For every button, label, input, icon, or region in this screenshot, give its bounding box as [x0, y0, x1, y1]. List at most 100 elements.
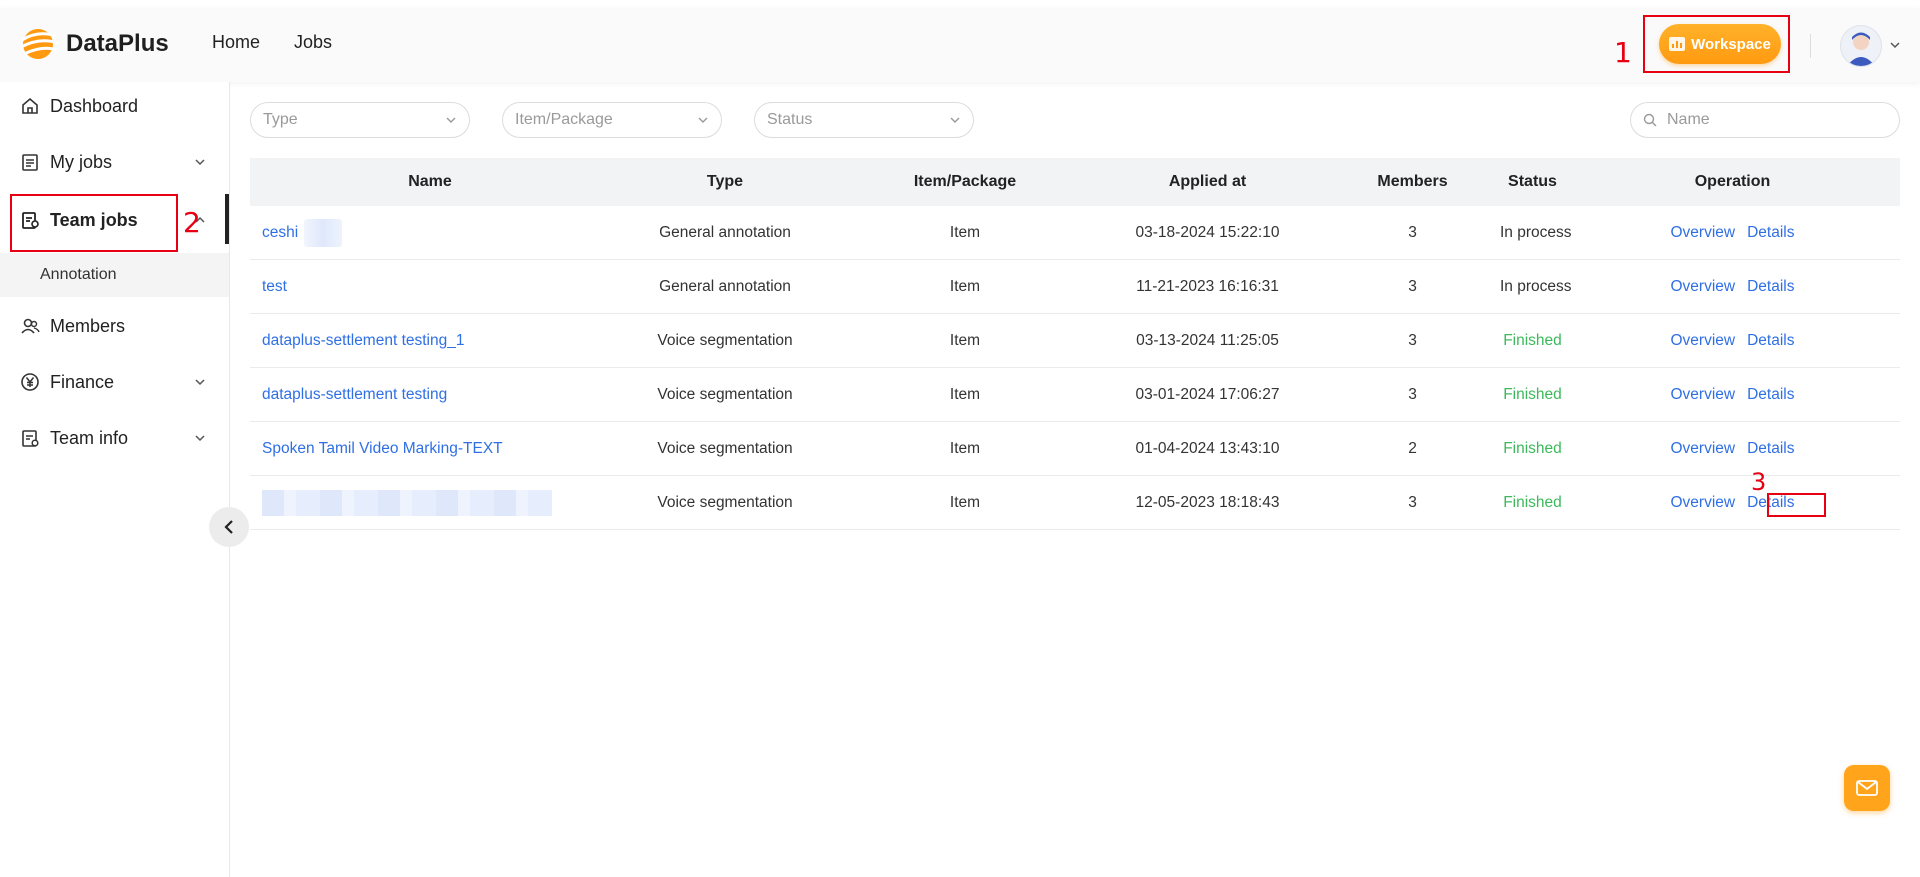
- operation-cell: Overview Details: [1565, 440, 1900, 458]
- annotation-box-details: [1767, 493, 1826, 517]
- status-select[interactable]: Status: [754, 102, 974, 138]
- sidebar-item-members[interactable]: Members: [0, 302, 229, 350]
- applied-at-cell: 03-01-2024 17:06:27: [1135, 385, 1280, 403]
- sidebar-item-team-info[interactable]: Team info: [0, 414, 229, 462]
- details-link[interactable]: Details: [1747, 224, 1794, 242]
- operation-cell: Overview Details: [1565, 332, 1900, 350]
- status-cell: Finished: [1503, 493, 1562, 511]
- active-indicator: [225, 194, 229, 244]
- nav-home[interactable]: Home: [212, 32, 260, 53]
- type-select-placeholder: Type: [263, 111, 298, 128]
- chevron-down-icon: [698, 117, 708, 123]
- sidebar-subitem-label: Annotation: [40, 266, 117, 283]
- status-cell: Finished: [1503, 439, 1562, 457]
- table-row: Voice segmentation Item 12-05-2023 18:18…: [250, 476, 1900, 530]
- overview-link[interactable]: Overview: [1671, 224, 1736, 242]
- job-name-cell: dataplus-settlement testing_1: [250, 332, 610, 350]
- table-row: ceshi General annotation Item 03-18-2024…: [250, 206, 1900, 260]
- job-name-cell: Spoken Tamil Video Marking-TEXT: [250, 440, 610, 458]
- sidebar-item-finance[interactable]: Finance: [0, 358, 229, 406]
- chevron-left-icon: [224, 520, 233, 534]
- type-select[interactable]: Type: [250, 102, 470, 138]
- status-cell: Finished: [1503, 385, 1562, 403]
- sidebar-item-my-jobs[interactable]: My jobs: [0, 138, 229, 186]
- annotation-number-2: 2: [183, 206, 201, 239]
- job-name-link[interactable]: ceshi: [262, 224, 298, 241]
- sidebar-item-label: Team info: [50, 427, 129, 448]
- dataplus-logo-icon: [20, 29, 59, 59]
- details-link[interactable]: Details: [1747, 278, 1794, 296]
- annotation-number-1: 1: [1614, 36, 1632, 69]
- clipboard-icon: [20, 152, 40, 172]
- chevron-down-icon: [195, 379, 205, 386]
- column-header-name: Name: [408, 173, 452, 190]
- job-name-link[interactable]: test: [262, 278, 287, 295]
- status-cell: Finished: [1503, 331, 1562, 349]
- overview-link[interactable]: Overview: [1671, 494, 1736, 512]
- type-cell: General annotation: [659, 223, 791, 241]
- job-name-link[interactable]: Spoken Tamil Video Marking-TEXT: [262, 440, 503, 457]
- column-header-status: Status: [1508, 173, 1557, 190]
- collapse-sidebar-button[interactable]: [209, 507, 249, 547]
- details-link[interactable]: Details: [1747, 332, 1794, 350]
- item-package-select[interactable]: Item/Package: [502, 102, 722, 138]
- search-box: [1630, 102, 1900, 138]
- column-header-operation: Operation: [1694, 173, 1771, 190]
- status-cell: In process: [1500, 223, 1572, 241]
- search-input[interactable]: [1665, 110, 1869, 130]
- nav-jobs[interactable]: Jobs: [294, 32, 332, 53]
- item-cell: Item: [949, 223, 981, 241]
- item-cell: Item: [949, 493, 981, 511]
- members-cell: 3: [1408, 385, 1417, 403]
- item-cell: Item: [949, 439, 981, 457]
- chevron-down-icon: [950, 117, 960, 123]
- members-icon: [20, 316, 40, 336]
- sidebar-item-label: Dashboard: [50, 95, 139, 116]
- type-cell: Voice segmentation: [657, 439, 793, 457]
- job-name-link[interactable]: dataplus-settlement testing_1: [262, 332, 464, 349]
- annotation-number-3: 3: [1751, 468, 1767, 496]
- column-header-item-package: Item/Package: [913, 173, 1017, 190]
- search-icon: [1643, 113, 1657, 127]
- top-nav: Home Jobs: [212, 32, 332, 53]
- logo[interactable]: DataPlus: [18, 26, 169, 62]
- job-name-cell: [250, 489, 610, 516]
- overview-link[interactable]: Overview: [1671, 332, 1736, 350]
- details-link[interactable]: Details: [1747, 440, 1794, 458]
- job-name-link[interactable]: dataplus-settlement testing: [262, 386, 447, 403]
- brand-name: DataPlus: [66, 30, 169, 57]
- overview-link[interactable]: Overview: [1671, 386, 1736, 404]
- applied-at-cell: 01-04-2024 13:43:10: [1135, 439, 1280, 457]
- status-select-placeholder: Status: [767, 111, 813, 128]
- column-header-members: Members: [1377, 173, 1448, 190]
- members-cell: 3: [1408, 277, 1417, 295]
- team-info-icon: [20, 428, 40, 448]
- job-name-cell: dataplus-settlement testing: [250, 386, 610, 404]
- chevron-down-icon[interactable]: [1888, 38, 1902, 52]
- redacted-job-name[interactable]: [262, 489, 552, 516]
- members-cell: 3: [1408, 331, 1417, 349]
- overview-link[interactable]: Overview: [1671, 278, 1736, 296]
- annotation-box-workspace: [1643, 15, 1790, 73]
- type-cell: Voice segmentation: [657, 385, 793, 403]
- table-row: dataplus-settlement testing_1 Voice segm…: [250, 314, 1900, 368]
- job-name-cell: test: [250, 278, 610, 296]
- members-cell: 2: [1408, 439, 1417, 457]
- sidebar-subitem-annotation[interactable]: Annotation: [0, 253, 229, 297]
- team-jobs-table: Name Type Item/Package Applied at Member…: [250, 158, 1900, 530]
- mail-icon: [1856, 780, 1878, 796]
- home-icon: [20, 96, 40, 116]
- avatar[interactable]: [1840, 25, 1882, 67]
- members-cell: 3: [1408, 493, 1417, 511]
- item-package-placeholder: Item/Package: [515, 111, 613, 128]
- operation-cell: Overview Details: [1565, 224, 1900, 242]
- operation-cell: Overview Details: [1565, 494, 1900, 512]
- details-link[interactable]: Details: [1747, 386, 1794, 404]
- sidebar-item-dashboard[interactable]: Dashboard: [0, 82, 229, 130]
- item-cell: Item: [949, 277, 981, 295]
- table-row: dataplus-settlement testing Voice segmen…: [250, 368, 1900, 422]
- overview-link[interactable]: Overview: [1671, 440, 1736, 458]
- sidebar-item-label: Members: [50, 315, 126, 336]
- type-cell: Voice segmentation: [657, 493, 793, 511]
- message-button[interactable]: [1844, 765, 1890, 811]
